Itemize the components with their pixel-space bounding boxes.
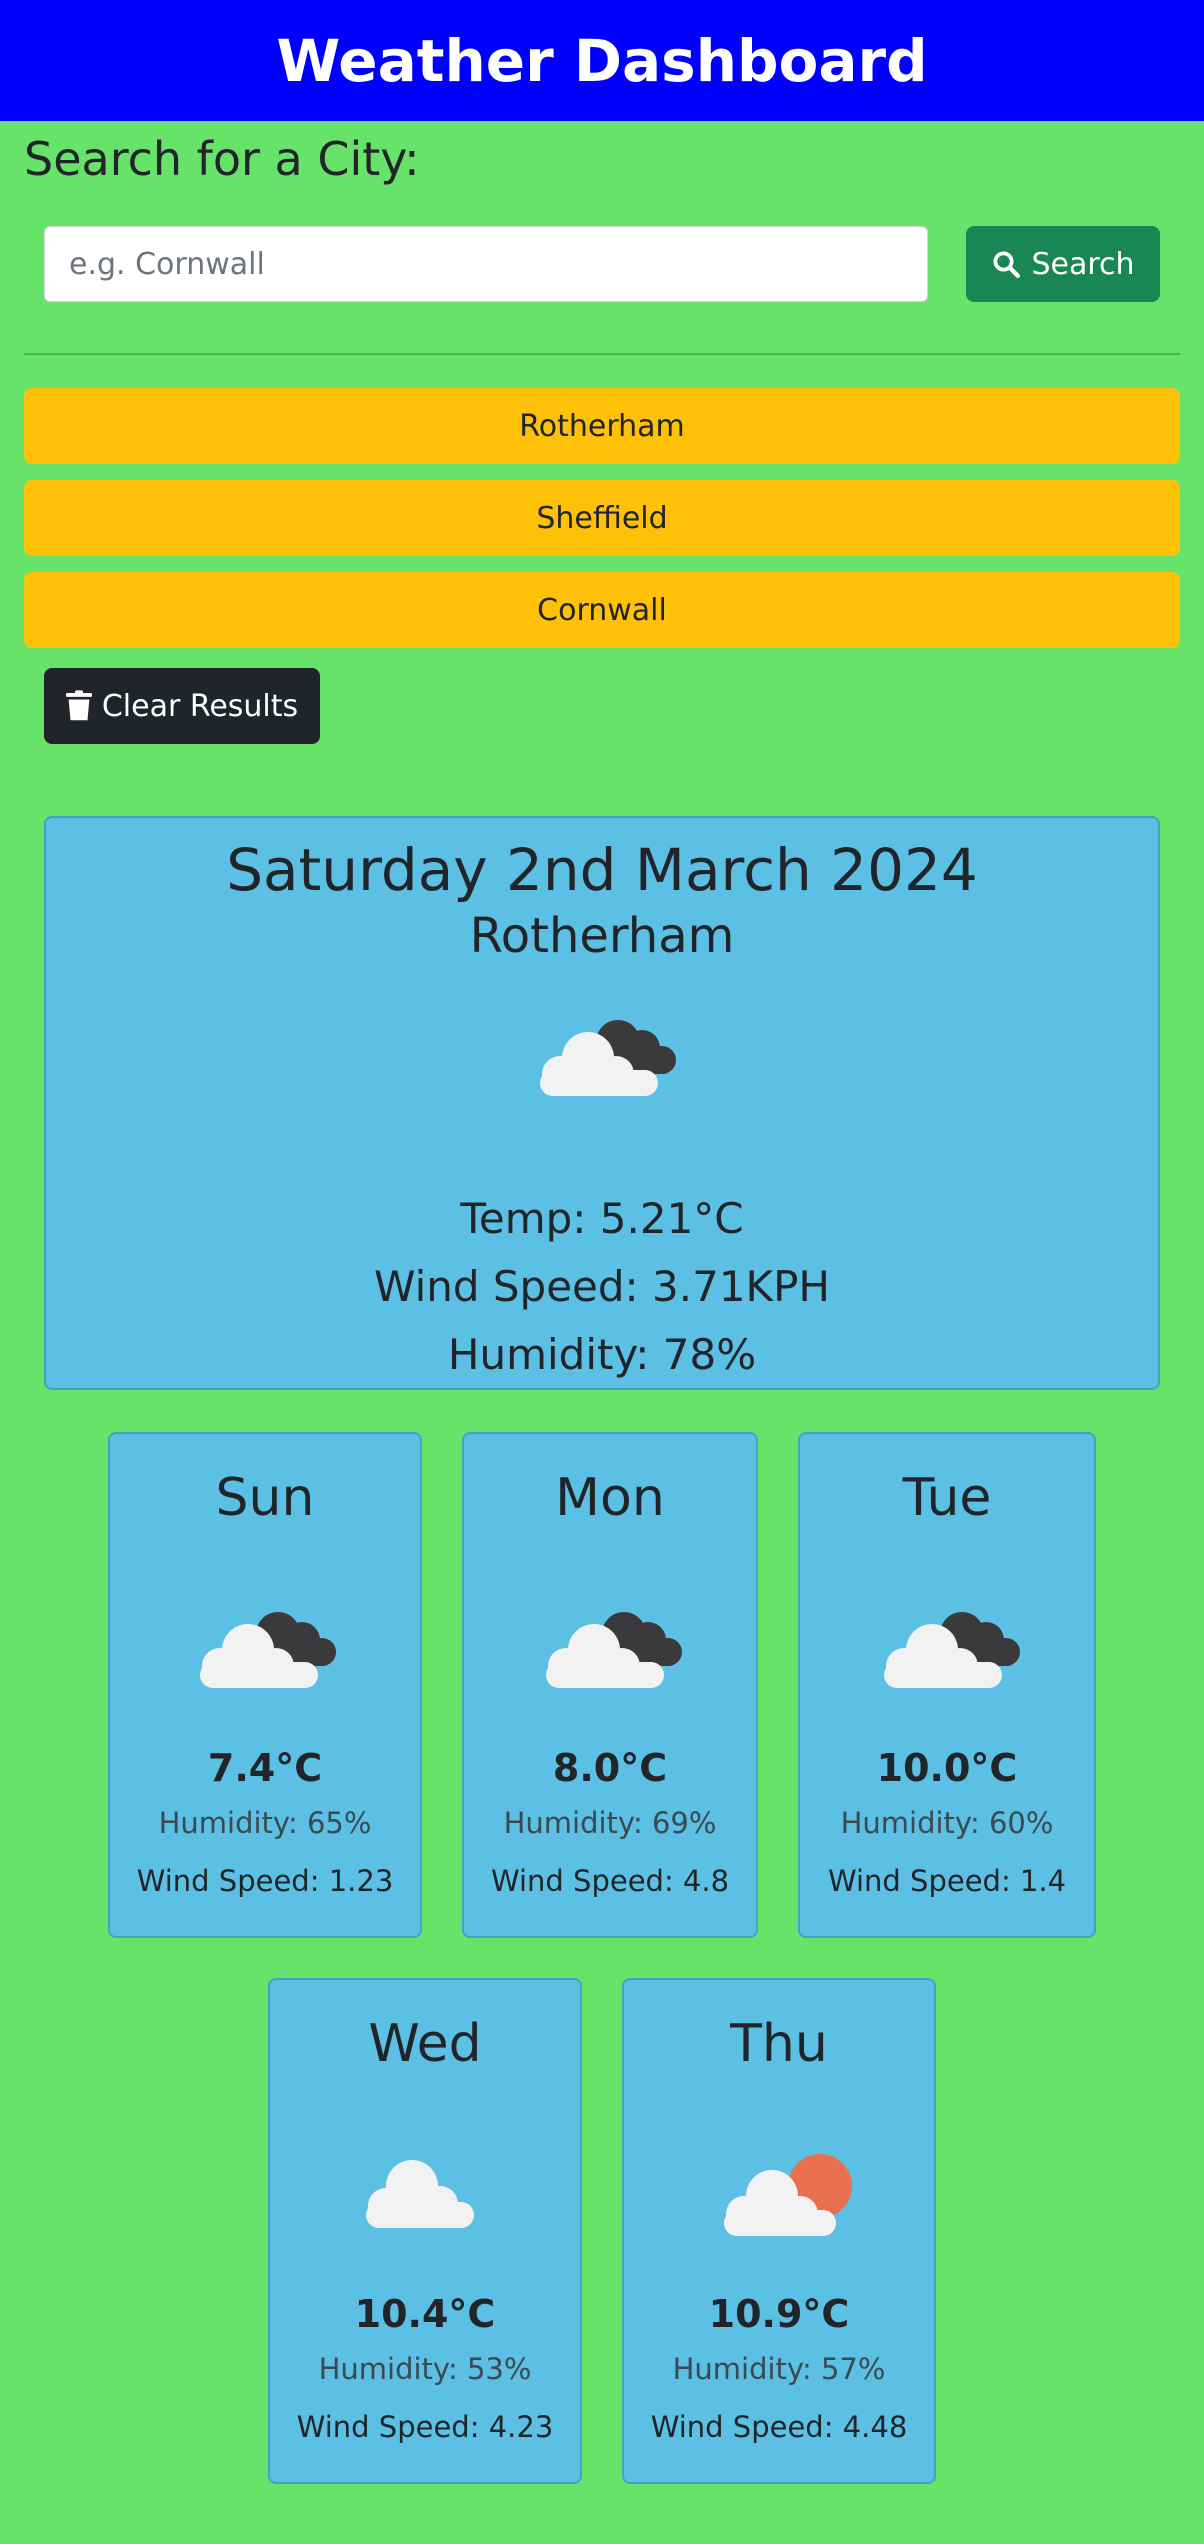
forecast-humidity: Humidity: 65% bbox=[158, 1806, 372, 1840]
forecast-wind: Wind Speed: 4.23 bbox=[296, 2410, 554, 2444]
current-wind: Wind Speed: 3.71KPH bbox=[373, 1262, 831, 1311]
trash-icon bbox=[65, 690, 92, 721]
broken-clouds-icon bbox=[546, 1612, 682, 1688]
forecast-card: Mon 8.0°C Humidity: 69% Wind Speed: 4.8 bbox=[462, 1432, 758, 1938]
forecast-card: Wed 10.4°C Humidity: 53% Wind Speed: 4.2… bbox=[268, 1978, 582, 2484]
broken-clouds-icon bbox=[200, 1612, 336, 1688]
forecast-wind: Wind Speed: 4.8 bbox=[490, 1864, 730, 1898]
forecast-humidity: Humidity: 60% bbox=[840, 1806, 1054, 1840]
current-date: Saturday 2nd March 2024 bbox=[226, 836, 978, 904]
forecast-wind: Wind Speed: 4.48 bbox=[650, 2410, 908, 2444]
clear-results-button[interactable]: Clear Results bbox=[44, 668, 320, 744]
forecast-temp: 10.9°C bbox=[708, 2292, 850, 2336]
forecast-temp: 8.0°C bbox=[552, 1746, 668, 1790]
current-city: Rotherham bbox=[469, 908, 735, 964]
forecast-temp: 10.4°C bbox=[354, 2292, 496, 2336]
current-weather-card: Saturday 2nd March 2024 Rotherham Temp: … bbox=[44, 816, 1160, 1390]
forecast-card: Thu 10.9°C Humidity: 57% Wind Speed: 4.4… bbox=[622, 1978, 936, 2484]
search-button-label: Search bbox=[1031, 246, 1135, 282]
forecast-day: Thu bbox=[730, 2014, 828, 2074]
forecast-temp: 7.4°C bbox=[207, 1746, 323, 1790]
forecast-humidity: Humidity: 57% bbox=[672, 2352, 886, 2386]
current-humidity: Humidity: 78% bbox=[447, 1330, 757, 1379]
cloud-icon bbox=[366, 2160, 474, 2228]
forecast-day: Sun bbox=[215, 1468, 315, 1528]
forecast-humidity: Humidity: 53% bbox=[318, 2352, 532, 2386]
forecast-wind: Wind Speed: 1.23 bbox=[136, 1864, 394, 1898]
search-heading: Search for a City: bbox=[24, 132, 420, 186]
forecast-wind: Wind Speed: 1.4 bbox=[827, 1864, 1067, 1898]
app-header: Weather Dashboard bbox=[0, 0, 1204, 121]
city-search-input[interactable] bbox=[44, 226, 928, 302]
forecast-day: Wed bbox=[368, 2014, 482, 2074]
search-icon bbox=[993, 251, 1021, 279]
forecast-day: Mon bbox=[555, 1468, 665, 1528]
broken-clouds-icon bbox=[540, 1020, 676, 1096]
partly-sunny-icon bbox=[724, 2154, 852, 2236]
clear-results-label: Clear Results bbox=[101, 688, 299, 724]
history-city-button[interactable]: Cornwall bbox=[24, 572, 1180, 648]
current-temp: Temp: 5.21°C bbox=[460, 1194, 744, 1243]
forecast-temp: 10.0°C bbox=[876, 1746, 1018, 1790]
broken-clouds-icon bbox=[884, 1612, 1020, 1688]
forecast-card: Sun 7.4°C Humidity: 65% Wind Speed: 1.23 bbox=[108, 1432, 422, 1938]
history-city-button[interactable]: Sheffield bbox=[24, 480, 1180, 556]
forecast-card: Tue 10.0°C Humidity: 60% Wind Speed: 1.4 bbox=[798, 1432, 1096, 1938]
forecast-humidity: Humidity: 69% bbox=[503, 1806, 717, 1840]
page-title: Weather Dashboard bbox=[276, 26, 928, 95]
history-city-button[interactable]: Rotherham bbox=[24, 388, 1180, 464]
forecast-day: Tue bbox=[902, 1468, 992, 1528]
divider bbox=[24, 353, 1180, 355]
search-button[interactable]: Search bbox=[966, 226, 1160, 302]
